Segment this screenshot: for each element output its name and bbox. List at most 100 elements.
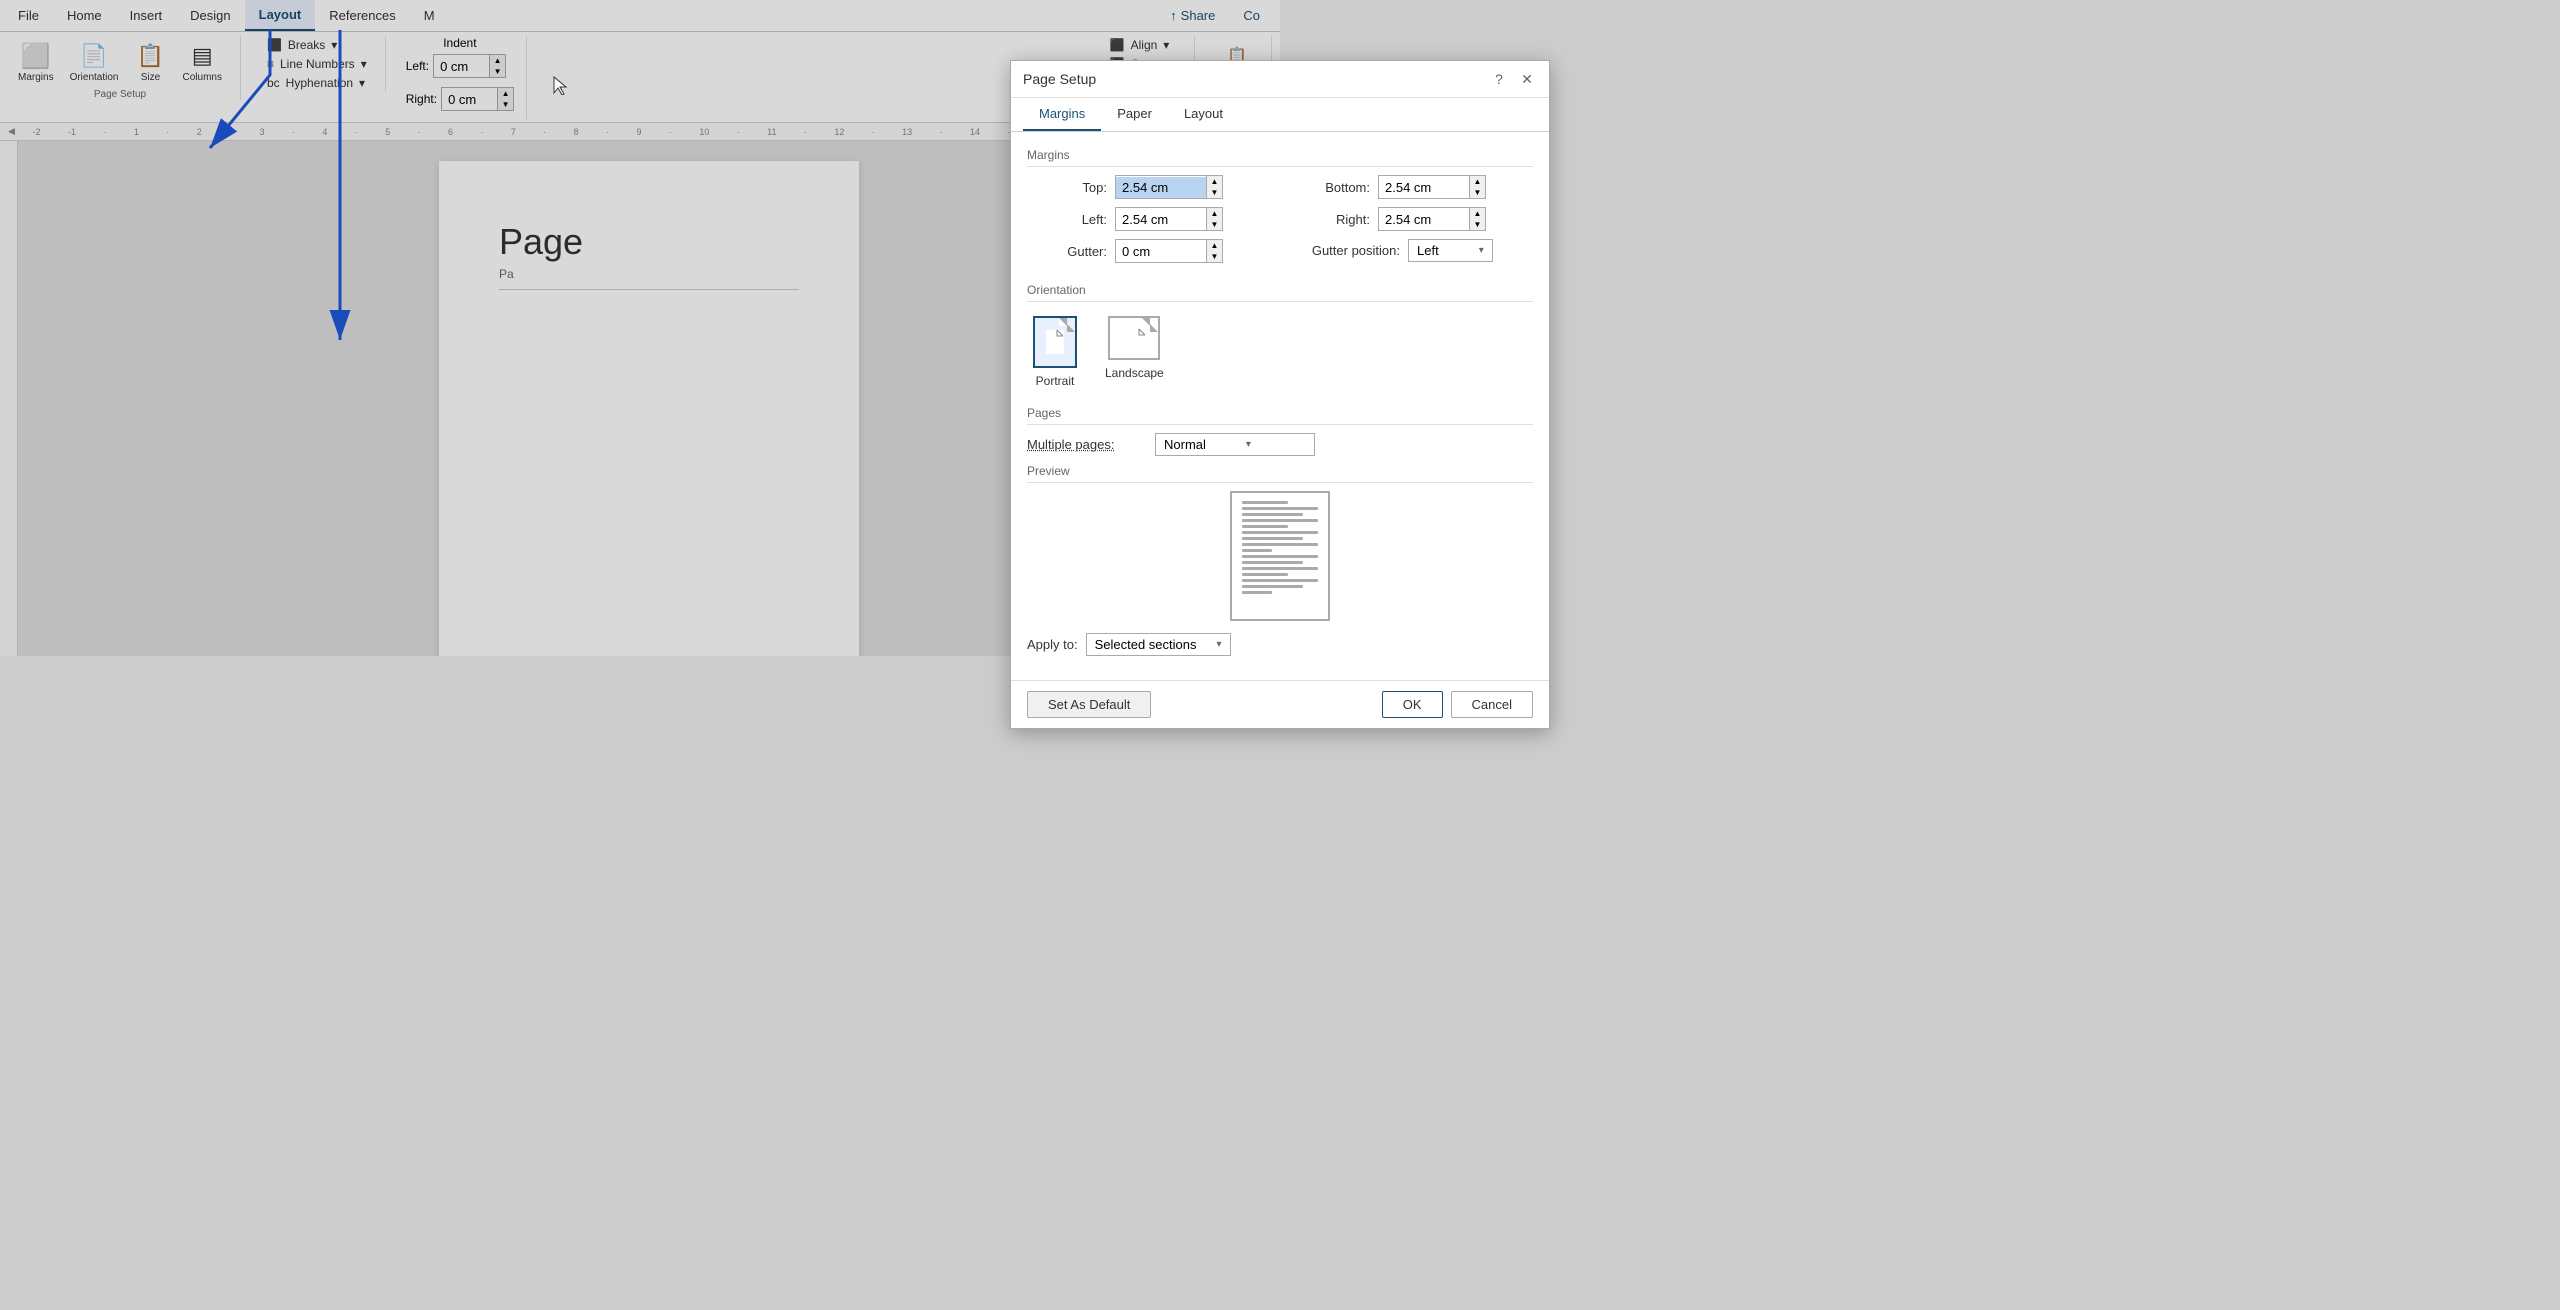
gutter-input[interactable]: ▲ ▼	[1115, 239, 1223, 263]
pages-section-label: Pages	[1027, 406, 1533, 425]
gutter-up[interactable]: ▲	[1206, 240, 1222, 251]
bottom-margin-row: Bottom: ▲ ▼	[1290, 175, 1533, 199]
preview-line-13	[1242, 573, 1288, 576]
preview-line-3	[1242, 513, 1303, 516]
right-margin-label: Right:	[1290, 212, 1370, 227]
margins-left-col: Top: ▲ ▼ Left:	[1027, 175, 1270, 271]
cancel-button[interactable]: Cancel	[1451, 691, 1533, 718]
orientation-label: Orientation	[1027, 283, 1533, 302]
right-margin-input[interactable]: ▲ ▼	[1378, 207, 1486, 231]
landscape-button[interactable]: Landscape	[1099, 310, 1170, 394]
landscape-svg	[1121, 328, 1147, 348]
tab-margins[interactable]: Margins	[1023, 98, 1101, 131]
preview-line-16	[1242, 591, 1272, 594]
preview-line-6	[1242, 531, 1318, 534]
bottom-margin-value[interactable]	[1379, 177, 1469, 198]
bottom-margin-spinners: ▲ ▼	[1469, 176, 1485, 198]
gutter-pos-label: Gutter position:	[1290, 243, 1400, 258]
preview-box	[1230, 491, 1330, 621]
portrait-icon	[1033, 316, 1077, 368]
ok-button[interactable]: OK	[1382, 691, 1443, 718]
preview-section: Preview	[1027, 464, 1533, 656]
margins-two-col: Top: ▲ ▼ Left:	[1027, 175, 1533, 271]
preview-line-5	[1242, 525, 1288, 528]
preview-line-7	[1242, 537, 1303, 540]
apply-row: Apply to: Selected sections ▾	[1027, 633, 1533, 656]
dialog-titlebar: Page Setup ? ✕	[1011, 61, 1549, 98]
portrait-svg	[1045, 329, 1065, 355]
preview-line-2	[1242, 507, 1318, 510]
gutter-down[interactable]: ▼	[1206, 251, 1222, 262]
landscape-label: Landscape	[1105, 366, 1164, 380]
left-margin-spinners: ▲ ▼	[1206, 208, 1222, 230]
tab-layout-tab[interactable]: Layout	[1168, 98, 1239, 131]
top-margin-label: Top:	[1027, 180, 1107, 195]
left-down[interactable]: ▼	[1206, 219, 1222, 230]
left-up[interactable]: ▲	[1206, 208, 1222, 219]
tab-paper[interactable]: Paper	[1101, 98, 1168, 131]
preview-line-1	[1242, 501, 1288, 504]
preview-line-8	[1242, 543, 1318, 546]
top-down[interactable]: ▼	[1206, 187, 1222, 198]
gutter-spinners: ▲ ▼	[1206, 240, 1222, 262]
portrait-label: Portrait	[1036, 374, 1075, 388]
landscape-icon	[1108, 316, 1160, 360]
pages-section: Pages Multiple pages: Normal ▾	[1027, 406, 1533, 456]
bottom-down[interactable]: ▼	[1469, 187, 1485, 198]
dialog-titlebar-controls: ? ✕	[1489, 69, 1537, 89]
apply-value: Selected sections	[1095, 637, 1197, 652]
left-margin-label: Left:	[1027, 212, 1107, 227]
preview-line-9	[1242, 549, 1272, 552]
preview-line-11	[1242, 561, 1303, 564]
bottom-margin-label: Bottom:	[1290, 180, 1370, 195]
right-up[interactable]: ▲	[1469, 208, 1485, 219]
right-down[interactable]: ▼	[1469, 219, 1485, 230]
top-margin-spinners: ▲ ▼	[1206, 176, 1222, 198]
dialog-title: Page Setup	[1023, 71, 1096, 87]
top-margin-row: Top: ▲ ▼	[1027, 175, 1270, 199]
right-margin-row: Right: ▲ ▼	[1290, 207, 1533, 231]
orientation-options: Portrait Landscape	[1027, 310, 1533, 394]
bottom-up[interactable]: ▲	[1469, 176, 1485, 187]
dialog-close-button[interactable]: ✕	[1517, 69, 1537, 89]
apply-arrow: ▾	[1217, 639, 1222, 650]
right-margin-value[interactable]	[1379, 209, 1469, 230]
gutter-pos-value: Left	[1417, 243, 1439, 258]
margins-section-label: Margins	[1027, 148, 1533, 167]
preview-line-15	[1242, 585, 1303, 588]
orientation-section: Orientation Portrait	[1027, 283, 1533, 394]
preview-line-4	[1242, 519, 1318, 522]
preview-line-12	[1242, 567, 1318, 570]
left-margin-row: Left: ▲ ▼	[1027, 207, 1270, 231]
multiple-pages-row: Multiple pages: Normal ▾	[1027, 433, 1533, 456]
gutter-pos-row: Gutter position: Left ▾	[1290, 239, 1533, 262]
dialog-help-button[interactable]: ?	[1489, 69, 1509, 89]
dialog-tab-bar: Margins Paper Layout	[1011, 98, 1549, 132]
right-margin-spinners: ▲ ▼	[1469, 208, 1485, 230]
portrait-button[interactable]: Portrait	[1027, 310, 1083, 394]
gutter-row: Gutter: ▲ ▼	[1027, 239, 1270, 263]
gutter-pos-select[interactable]: Left ▾	[1408, 239, 1493, 262]
gutter-label: Gutter:	[1027, 244, 1107, 259]
multiple-pages-label: Multiple pages:	[1027, 437, 1147, 452]
bottom-margin-input[interactable]: ▲ ▼	[1378, 175, 1486, 199]
dialog-overlay: Page Setup ? ✕ Margins Paper Layout Marg…	[0, 0, 2560, 1310]
apply-select[interactable]: Selected sections ▾	[1086, 633, 1231, 656]
dialog-body: Margins Top: ▲ ▼	[1011, 132, 1549, 680]
margins-right-col: Bottom: ▲ ▼ Right:	[1290, 175, 1533, 271]
set-as-default-button[interactable]: Set As Default	[1027, 691, 1151, 718]
multiple-pages-select[interactable]: Normal ▾	[1155, 433, 1315, 456]
apply-label: Apply to:	[1027, 637, 1078, 652]
dialog-footer-right: OK Cancel	[1382, 691, 1533, 718]
multiple-pages-value: Normal	[1164, 437, 1206, 452]
top-margin-input[interactable]: ▲ ▼	[1115, 175, 1223, 199]
left-margin-input[interactable]: ▲ ▼	[1115, 207, 1223, 231]
dialog-footer: Set As Default OK Cancel	[1011, 680, 1549, 728]
preview-section-label: Preview	[1027, 464, 1533, 483]
left-margin-value[interactable]	[1116, 209, 1206, 230]
preview-line-14	[1242, 579, 1318, 582]
top-up[interactable]: ▲	[1206, 176, 1222, 187]
top-margin-value[interactable]	[1116, 177, 1206, 198]
preview-line-10	[1242, 555, 1318, 558]
gutter-value[interactable]	[1116, 241, 1206, 262]
